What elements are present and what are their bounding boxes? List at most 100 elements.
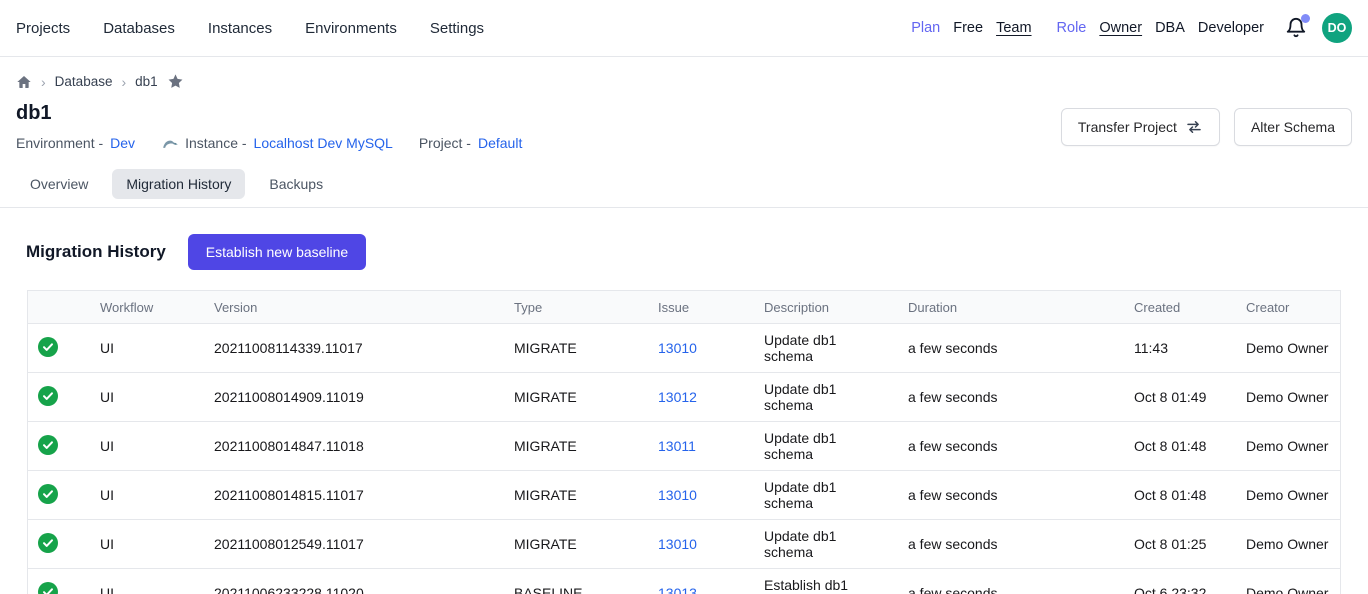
- duration-cell: a few seconds: [898, 520, 1124, 569]
- issue-link[interactable]: 13010: [658, 487, 697, 503]
- notification-bell-icon[interactable]: [1283, 15, 1309, 41]
- avatar[interactable]: DO: [1322, 13, 1352, 43]
- instance-link[interactable]: Localhost Dev MySQL: [254, 135, 393, 151]
- description-cell: Update db1 schema: [754, 520, 898, 569]
- version-cell: 20211008014847.11018: [204, 422, 504, 471]
- environment-link[interactable]: Dev: [110, 135, 135, 151]
- success-check-icon: [38, 386, 58, 406]
- role-label: Role: [1057, 20, 1087, 36]
- nav-item-databases[interactable]: Databases: [103, 20, 175, 37]
- type-cell: BASELINE: [504, 569, 648, 594]
- table-row[interactable]: UI 20211008014847.11018 MIGRATE 13011 Up…: [28, 422, 1340, 471]
- table-row[interactable]: UI 20211006233228.11020 BASELINE 13013 E…: [28, 569, 1340, 594]
- top-nav: Projects Databases Instances Environment…: [0, 0, 1368, 57]
- type-cell: MIGRATE: [504, 422, 648, 471]
- version-cell: 20211008014815.11017: [204, 471, 504, 520]
- tab-overview[interactable]: Overview: [16, 169, 102, 199]
- version-cell: 20211006233228.11020: [204, 569, 504, 594]
- type-cell: MIGRATE: [504, 324, 648, 373]
- description-cell: Establish db1 baseline: [754, 569, 898, 594]
- workflow-cell: UI: [90, 373, 204, 422]
- plan-label: Plan: [911, 20, 940, 36]
- transfer-project-button[interactable]: Transfer Project: [1061, 108, 1220, 146]
- creator-cell: Demo Owner: [1236, 569, 1340, 594]
- issue-link[interactable]: 13012: [658, 389, 697, 405]
- issue-link[interactable]: 13013: [658, 585, 697, 594]
- table-row[interactable]: UI 20211008114339.11017 MIGRATE 13010 Up…: [28, 324, 1340, 373]
- col-created: Created: [1124, 291, 1236, 324]
- nav-item-instances[interactable]: Instances: [208, 20, 272, 37]
- type-cell: MIGRATE: [504, 471, 648, 520]
- plan-free[interactable]: Free: [953, 20, 983, 36]
- type-cell: MIGRATE: [504, 373, 648, 422]
- role-dba[interactable]: DBA: [1155, 20, 1185, 36]
- creator-cell: Demo Owner: [1236, 324, 1340, 373]
- section-title: Migration History: [26, 242, 166, 262]
- role-owner[interactable]: Owner: [1099, 20, 1142, 36]
- col-workflow: Workflow: [90, 291, 204, 324]
- breadcrumb-database[interactable]: Database: [55, 74, 113, 89]
- duration-cell: a few seconds: [898, 471, 1124, 520]
- description-cell: Update db1 schema: [754, 324, 898, 373]
- creator-cell: Demo Owner: [1236, 471, 1340, 520]
- success-check-icon: [38, 533, 58, 553]
- creator-cell: Demo Owner: [1236, 520, 1340, 569]
- created-cell: Oct 8 01:48: [1124, 422, 1236, 471]
- environment-label: Environment -: [16, 135, 103, 151]
- establish-baseline-button[interactable]: Establish new baseline: [188, 234, 366, 270]
- mysql-engine-icon: [161, 136, 178, 150]
- description-cell: Update db1 schema: [754, 471, 898, 520]
- nav-item-environments[interactable]: Environments: [305, 20, 397, 37]
- col-version: Version: [204, 291, 504, 324]
- success-check-icon: [38, 435, 58, 455]
- tab-migration-history[interactable]: Migration History: [112, 169, 245, 199]
- col-description: Description: [754, 291, 898, 324]
- notification-dot: [1301, 14, 1310, 23]
- creator-cell: Demo Owner: [1236, 373, 1340, 422]
- home-icon[interactable]: [16, 74, 32, 90]
- breadcrumb: › Database › db1: [0, 73, 1368, 90]
- col-status: [28, 291, 90, 324]
- role-developer[interactable]: Developer: [1198, 20, 1264, 36]
- favorite-star-icon[interactable]: [167, 73, 184, 90]
- success-check-icon: [38, 582, 58, 594]
- created-cell: Oct 6 23:32: [1124, 569, 1236, 594]
- workflow-cell: UI: [90, 520, 204, 569]
- duration-cell: a few seconds: [898, 569, 1124, 594]
- issue-cell: 13010: [648, 520, 754, 569]
- table-row[interactable]: UI 20211008014909.11019 MIGRATE 13012 Up…: [28, 373, 1340, 422]
- creator-cell: Demo Owner: [1236, 422, 1340, 471]
- plan-team[interactable]: Team: [996, 20, 1031, 36]
- issue-link[interactable]: 13011: [658, 438, 696, 454]
- tab-backups[interactable]: Backups: [255, 169, 337, 199]
- tab-bar: Overview Migration History Backups: [0, 169, 1368, 208]
- table-row[interactable]: UI 20211008012549.11017 MIGRATE 13010 Up…: [28, 520, 1340, 569]
- nav-item-settings[interactable]: Settings: [430, 20, 484, 37]
- version-cell: 20211008014909.11019: [204, 373, 504, 422]
- created-cell: Oct 8 01:48: [1124, 471, 1236, 520]
- col-issue: Issue: [648, 291, 754, 324]
- transfer-project-label: Transfer Project: [1078, 119, 1177, 135]
- status-cell: [28, 324, 90, 373]
- issue-cell: 13010: [648, 471, 754, 520]
- workflow-cell: UI: [90, 422, 204, 471]
- version-cell: 20211008012549.11017: [204, 520, 504, 569]
- issue-cell: 13010: [648, 324, 754, 373]
- col-creator: Creator: [1236, 291, 1340, 324]
- status-cell: [28, 569, 90, 594]
- workflow-cell: UI: [90, 471, 204, 520]
- project-link[interactable]: Default: [478, 135, 522, 151]
- col-type: Type: [504, 291, 648, 324]
- nav-item-projects[interactable]: Projects: [16, 20, 70, 37]
- alter-schema-button[interactable]: Alter Schema: [1234, 108, 1352, 146]
- instance-label: Instance -: [185, 135, 246, 151]
- issue-link[interactable]: 13010: [658, 536, 697, 552]
- issue-cell: 13011: [648, 422, 754, 471]
- success-check-icon: [38, 484, 58, 504]
- issue-link[interactable]: 13010: [658, 340, 697, 356]
- duration-cell: a few seconds: [898, 324, 1124, 373]
- status-cell: [28, 422, 90, 471]
- status-cell: [28, 471, 90, 520]
- table-row[interactable]: UI 20211008014815.11017 MIGRATE 13010 Up…: [28, 471, 1340, 520]
- breadcrumb-separator: ›: [121, 74, 126, 90]
